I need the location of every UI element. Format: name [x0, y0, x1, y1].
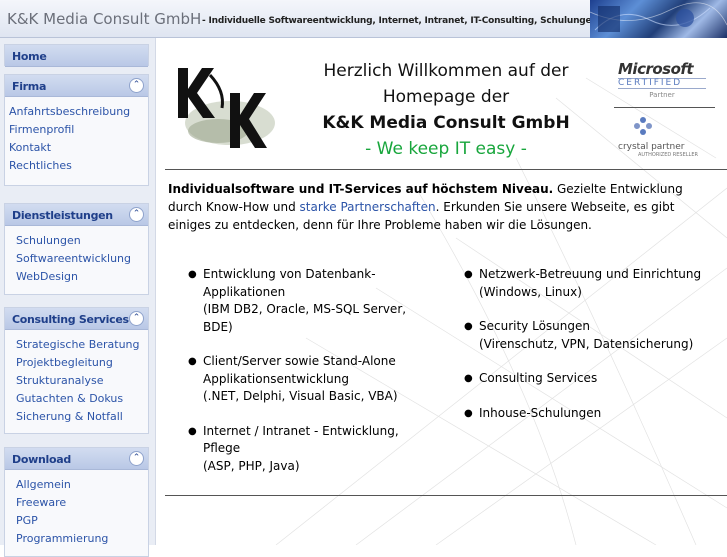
service-detail: (Windows, Linux) — [479, 284, 582, 299]
sidebar-item-strukturanalyse[interactable]: Strukturanalyse — [16, 372, 148, 390]
sidebar-section-header[interactable]: Firma ⌃ — [5, 75, 148, 97]
sidebar-item-programmierung[interactable]: Programmierung — [16, 530, 148, 548]
services-list-right: ● Netzwerk-Betreuung und Einrichtung (Wi… — [464, 266, 719, 439]
ms-cert: CERTIFIED — [618, 78, 683, 88]
sidebar-item-pgp[interactable]: PGP — [16, 512, 148, 530]
partnerschaften-link[interactable]: starke Partnerschaften — [300, 200, 436, 214]
service-title: Entwicklung von Datenbank-Applikationen — [203, 267, 376, 299]
site-tagline: - Individuelle Softwareentwicklung, Inte… — [202, 16, 598, 26]
divider — [165, 169, 727, 170]
service-title: Netzwerk-Betreuung und Einrichtung — [479, 267, 702, 281]
collapse-icon[interactable]: ⌃ — [129, 451, 144, 466]
sidebar-item-schulungen[interactable]: Schulungen — [16, 232, 148, 250]
sidebar-section-label: Consulting Services — [12, 313, 129, 326]
list-item: ● Internet / Intranet - Entwicklung, Pfl… — [188, 423, 433, 476]
sidebar-home-box: Home — [4, 44, 149, 67]
bullet-icon: ● — [464, 407, 473, 419]
bullet-icon: ● — [188, 269, 197, 280]
service-detail: (IBM DB2, Oracle, MS-SQL Server, BDE) — [203, 302, 407, 334]
sidebar-item-freeware[interactable]: Freeware — [16, 494, 148, 512]
bullet-icon: ● — [464, 373, 473, 384]
list-item: ● Entwicklung von Datenbank-Applikatione… — [188, 266, 433, 336]
company-logo — [178, 68, 275, 148]
sidebar-item-softwareentwicklung[interactable]: Softwareentwicklung — [16, 250, 148, 268]
bullet-icon: ● — [464, 269, 473, 280]
crystal-word: crystal partner — [618, 142, 685, 152]
bullet-icon: ● — [188, 425, 197, 437]
service-detail: (.NET, Delphi, Visual Basic, VBA) — [203, 389, 398, 403]
service-title: Client/Server sowie Stand-Alone Applikat… — [203, 354, 396, 386]
crystal-partner-logo: crystal partner AUTHORIZED RESELLER — [618, 116, 708, 158]
welcome-company: K&K Media Consult GmbH — [322, 113, 570, 133]
list-item: ● Security Lösungen (Virenschutz, VPN, D… — [464, 318, 719, 353]
sidebar-section-firma: Firma ⌃ Anfahrtsbeschreibung Firmenprofi… — [4, 74, 149, 186]
crystal-icon — [634, 117, 652, 135]
service-title: Security Lösungen — [479, 319, 590, 333]
intro-bold: Individualsoftware und IT-Services auf h… — [168, 182, 554, 196]
service-title: Internet / Intranet - Entwicklung, Pfleg… — [203, 423, 399, 456]
sidebar-item-rechtliches[interactable]: Rechtliches — [9, 157, 148, 175]
service-detail: (ASP, PHP, Java) — [203, 458, 300, 473]
sidebar-item-sicherung-notfall[interactable]: Sicherung & Notfall — [16, 408, 148, 426]
collapse-icon[interactable]: ⌃ — [129, 311, 144, 326]
bullet-icon: ● — [464, 321, 473, 332]
bullet-icon: ● — [188, 356, 197, 367]
sidebar-item-projektbegleitung[interactable]: Projektbegleitung — [16, 354, 148, 372]
collapse-icon[interactable]: ⌃ — [129, 207, 144, 222]
list-item: ● Client/Server sowie Stand-Alone Applik… — [188, 353, 433, 406]
welcome-heading: Herzlich Willkommen auf der Homepage der… — [306, 58, 586, 162]
sidebar: Home Firma ⌃ Anfahrtsbeschreibung Firmen… — [0, 38, 156, 557]
collapse-icon[interactable]: ⌃ — [129, 78, 144, 93]
sidebar-item-webdesign[interactable]: WebDesign — [16, 268, 148, 286]
sidebar-item-firmenprofil[interactable]: Firmenprofil — [9, 121, 148, 139]
service-title: Consulting Services — [479, 371, 598, 385]
list-item: ● Consulting Services — [464, 370, 719, 388]
sidebar-section-header[interactable]: Dienstleistungen ⌃ — [5, 204, 148, 226]
sidebar-section-header[interactable]: Download ⌃ — [5, 448, 148, 470]
welcome-line-1: Herzlich Willkommen auf der — [323, 61, 569, 81]
list-item: ● Netzwerk-Betreuung und Einrichtung (Wi… — [464, 266, 719, 301]
sidebar-section-consulting: Consulting Services ⌃ Strategische Berat… — [4, 307, 149, 434]
sidebar-item-gutachten-dokus[interactable]: Gutachten & Dokus — [16, 390, 148, 408]
sidebar-item-anfahrtsbeschreibung[interactable]: Anfahrtsbeschreibung — [9, 103, 148, 121]
site-title: K&K Media Consult GmbH — [7, 10, 202, 28]
service-detail: (Virenschutz, VPN, Datensicherung) — [479, 336, 694, 351]
sidebar-section-header[interactable]: Consulting Services ⌃ — [5, 308, 148, 330]
crystal-sub: AUTHORIZED RESELLER — [638, 152, 698, 158]
sidebar-item-kontakt[interactable]: Kontakt — [9, 139, 148, 157]
service-title: Inhouse-Schulungen — [479, 405, 602, 420]
microsoft-certified-logo: Microsoft CERTIFIED Partner — [618, 60, 706, 99]
partner-divider — [614, 107, 715, 108]
header-photo — [590, 0, 727, 38]
sidebar-section-label: Dienstleistungen — [12, 209, 113, 222]
welcome-line-2: Homepage der — [382, 87, 510, 107]
list-item: ● Inhouse-Schulungen — [464, 405, 719, 423]
sidebar-home-item[interactable]: Home — [5, 45, 148, 67]
intro-paragraph: Individualsoftware und IT-Services auf h… — [168, 180, 708, 234]
sidebar-item-strategische-beratung[interactable]: Strategische Beratung — [16, 336, 148, 354]
sidebar-section-dienstleistungen: Dienstleistungen ⌃ Schulungen Softwareen… — [4, 203, 149, 295]
page-header: K&K Media Consult GmbH - Individuelle So… — [0, 0, 727, 38]
sidebar-item-allgemein[interactable]: Allgemein — [16, 476, 148, 494]
sidebar-home-label: Home — [12, 50, 47, 63]
divider — [165, 495, 727, 496]
ms-word: Microsoft — [618, 60, 694, 78]
ms-partner: Partner — [649, 91, 675, 99]
welcome-slogan: - We keep IT easy - — [365, 139, 527, 159]
sidebar-section-label: Firma — [12, 80, 47, 93]
sidebar-section-download: Download ⌃ Allgemein Freeware PGP Progra… — [4, 447, 149, 557]
sidebar-section-label: Download — [12, 453, 71, 466]
main-content: Herzlich Willkommen auf der Homepage der… — [156, 38, 727, 545]
services-list-left: ● Entwicklung von Datenbank-Applikatione… — [188, 266, 433, 492]
